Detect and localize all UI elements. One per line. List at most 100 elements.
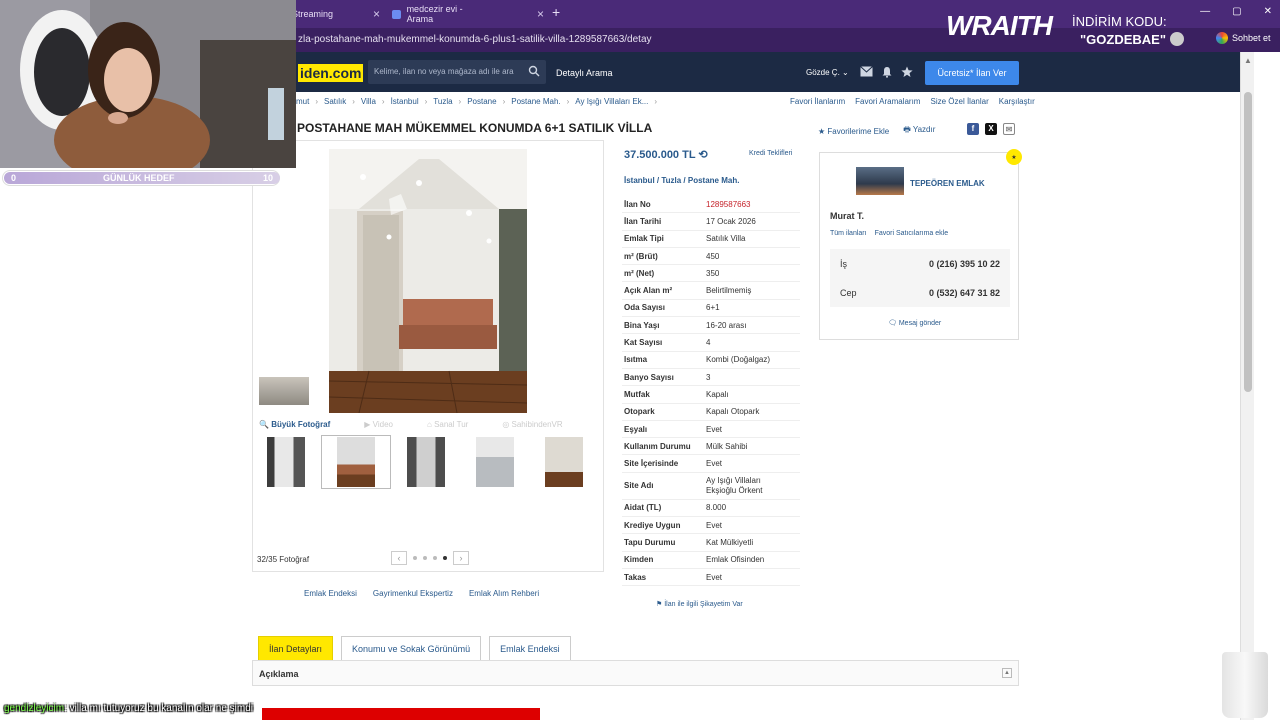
chat-nick: gendizleyicim bbox=[4, 703, 65, 714]
next-page-button[interactable]: › bbox=[453, 551, 469, 565]
tab-location-streetview[interactable]: Konumu ve Sokak Görünümü bbox=[341, 636, 482, 660]
tab-streaming[interactable]: Streaming × bbox=[292, 4, 384, 24]
breadcrumb-item[interactable]: Postane bbox=[467, 97, 496, 106]
thumbnail[interactable] bbox=[267, 437, 305, 487]
site-logo[interactable]: iden.com bbox=[298, 64, 364, 82]
webcam-overlay bbox=[0, 0, 296, 168]
detailed-search-link[interactable]: Detaylı Arama bbox=[556, 68, 613, 78]
spec-key: Kat Sayısı bbox=[624, 338, 663, 348]
spec-row: m² (Brüt) 450 bbox=[622, 248, 800, 266]
pager-dot-active[interactable] bbox=[443, 556, 447, 560]
favorite-listings-link[interactable]: Favori İlanlarım bbox=[790, 97, 845, 106]
chat-button[interactable]: Sohbet et bbox=[1216, 32, 1271, 44]
breadcrumb-item[interactable]: Villa bbox=[361, 97, 376, 106]
compare-link[interactable]: Karşılaştır bbox=[999, 97, 1035, 106]
sponsor-logo: WRAITH bbox=[946, 10, 1053, 41]
stream-chat-message: gendizleyicim: villa mı tutuyoruz bu kan… bbox=[4, 703, 253, 714]
email-share-icon[interactable]: ✉ bbox=[1003, 123, 1015, 135]
spec-row: Takas Evet bbox=[622, 569, 800, 587]
credit-offers-link[interactable]: Kredi Teklifleri bbox=[749, 150, 792, 157]
x-twitter-icon[interactable]: X bbox=[985, 123, 997, 135]
buying-guide-link[interactable]: Emlak Alım Rehberi bbox=[469, 589, 539, 598]
user-menu[interactable]: Gözde Ç. ⌄ bbox=[806, 68, 849, 77]
spec-row: Aidat (TL) 8.000 bbox=[622, 500, 800, 518]
thumbnail[interactable] bbox=[476, 437, 514, 487]
daily-goal-bar: 0 GÜNLÜK HEDEF 10 bbox=[2, 170, 280, 186]
mail-icon[interactable] bbox=[860, 66, 873, 77]
scroll-thumb[interactable] bbox=[1244, 92, 1252, 392]
close-tab-icon[interactable]: × bbox=[537, 7, 544, 21]
phone-number[interactable]: 0 (532) 647 31 82 bbox=[929, 288, 1000, 298]
tab-search[interactable]: medcezir evi - Arama × bbox=[392, 4, 544, 24]
search-icon[interactable] bbox=[528, 65, 540, 77]
location-district[interactable]: Tuzla bbox=[661, 176, 681, 185]
tab-listing-details[interactable]: İlan Detayları bbox=[258, 636, 334, 660]
breadcrumb-item[interactable]: Tuzla bbox=[433, 97, 452, 106]
print-button[interactable]: 🖶 Yazdır bbox=[903, 124, 935, 138]
flag-icon: ⚑ bbox=[656, 601, 665, 608]
store-logo[interactable] bbox=[856, 167, 904, 195]
star-icon[interactable] bbox=[901, 66, 913, 78]
post-listing-button[interactable]: Ücretsiz* İlan Ver bbox=[925, 61, 1019, 85]
chevron-right-icon: › bbox=[654, 97, 658, 106]
vr-label: SahibindenVR bbox=[511, 419, 563, 429]
all-listings-link[interactable]: Tüm ilanları bbox=[830, 230, 867, 237]
location-neighborhood[interactable]: Postane Mah. bbox=[688, 176, 740, 185]
location-city[interactable]: İstanbul bbox=[624, 176, 655, 185]
report-listing-link[interactable]: ⚑ İlan ile ilgili Şikayetim Var bbox=[656, 600, 743, 608]
add-favorite-label: Favorilerime Ekle bbox=[827, 126, 890, 136]
favorite-seller-link[interactable]: Favori Satıcılarıma ekle bbox=[875, 230, 949, 237]
breadcrumb-item[interactable]: İstanbul bbox=[391, 97, 419, 106]
main-photo[interactable] bbox=[329, 149, 527, 413]
pager-dot[interactable] bbox=[433, 556, 437, 560]
chat-text: : villa mı tutuyoruz bu kanalın olar ne … bbox=[64, 703, 254, 714]
phone-number[interactable]: 0 (216) 395 10 22 bbox=[929, 259, 1000, 269]
favorite-searches-link[interactable]: Favori Aramalarım bbox=[855, 97, 920, 106]
side-thumbnail[interactable] bbox=[259, 377, 309, 405]
spec-row: Bina Yaşı 16-20 arası bbox=[622, 317, 800, 335]
breadcrumb-item[interactable]: Postane Mah. bbox=[511, 97, 560, 106]
spec-key: Otopark bbox=[624, 407, 655, 417]
spec-value: 350 bbox=[706, 268, 720, 278]
thumbnail[interactable] bbox=[407, 437, 445, 487]
store-name[interactable]: TEPEÖREN EMLAK bbox=[910, 179, 985, 188]
send-message-button[interactable]: 🗨 Mesaj gönder bbox=[888, 319, 941, 327]
page-scrollbar[interactable]: ▲ bbox=[1240, 52, 1254, 720]
breadcrumb-item[interactable]: Ay Işığı Villaları Ek... bbox=[575, 97, 648, 106]
discount-code: "GOZDEBAE" bbox=[1080, 32, 1166, 47]
phone-row-work: İş 0 (216) 395 10 22 bbox=[830, 249, 1010, 278]
facebook-icon[interactable]: f bbox=[967, 123, 979, 135]
user-name: Gözde Ç. bbox=[806, 68, 840, 77]
thumbnail-selected[interactable] bbox=[337, 437, 375, 487]
appraisal-link[interactable]: Gayrimenkul Ekspertiz bbox=[373, 589, 453, 598]
close-tab-icon[interactable]: × bbox=[373, 7, 380, 21]
special-listings-link[interactable]: Size Özel İlanlar bbox=[930, 97, 988, 106]
collapse-icon[interactable]: ▲ bbox=[1002, 668, 1012, 678]
prev-page-button[interactable]: ‹ bbox=[391, 551, 407, 565]
thumbnail[interactable] bbox=[545, 437, 583, 487]
minimize-icon[interactable]: — bbox=[1200, 6, 1210, 17]
property-index-link[interactable]: Emlak Endeksi bbox=[304, 589, 357, 598]
spec-row: Site Adı Ay Işığı Villaları Ekşioğlu Örke… bbox=[622, 473, 800, 500]
breadcrumb-item[interactable]: Satılık bbox=[324, 97, 346, 106]
listing-price: 37.500.000 TL ⟲ bbox=[624, 148, 708, 161]
bell-icon[interactable] bbox=[881, 66, 893, 78]
chevron-right-icon: › bbox=[424, 97, 428, 106]
search-input[interactable]: Kelime, ilan no veya mağaza adı ile ara bbox=[368, 60, 546, 84]
pager-dot[interactable] bbox=[423, 556, 427, 560]
add-favorite-button[interactable]: ★ Favorilerime Ekle bbox=[818, 127, 889, 136]
spec-row: Kullanım Durumu Mülk Sahibi bbox=[622, 438, 800, 456]
spec-key: Takas bbox=[624, 572, 647, 582]
price-history-icon[interactable]: ⟲ bbox=[698, 149, 707, 161]
spec-row: Eşyalı Evet bbox=[622, 421, 800, 439]
spec-row: Oda Sayısı 6+1 bbox=[622, 300, 800, 318]
scroll-up-icon[interactable]: ▲ bbox=[1244, 56, 1252, 65]
url-text[interactable]: zla-postahane-mah-mukemmel-konumda-6-plu… bbox=[298, 34, 652, 45]
tab-property-index[interactable]: Emlak Endeksi bbox=[489, 636, 571, 660]
maximize-icon[interactable]: ▢ bbox=[1232, 6, 1241, 17]
pager-dot[interactable] bbox=[413, 556, 417, 560]
big-photo-tab[interactable]: 🔍 Büyük Fotoğraf bbox=[259, 420, 330, 429]
breadcrumb-item[interactable]: mut bbox=[296, 97, 309, 106]
new-tab-plus-icon[interactable]: + bbox=[552, 4, 560, 20]
close-window-icon[interactable]: ✕ bbox=[1264, 6, 1272, 17]
